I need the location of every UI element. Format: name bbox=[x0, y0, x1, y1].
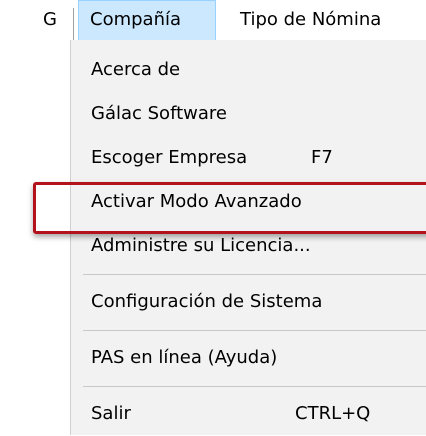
menu-item-administre-su-licencia[interactable]: Administre su Licencia... bbox=[71, 224, 426, 268]
menu-item-label: Acerca de bbox=[91, 59, 181, 80]
menu-compania[interactable]: Compañía bbox=[78, 0, 216, 40]
menu-system[interactable]: G bbox=[34, 0, 66, 40]
menu-item-salir[interactable]: Salir CTRL+Q bbox=[71, 392, 426, 436]
menu-item-shortcut: F7 bbox=[311, 147, 333, 168]
menu-item-acerca-de[interactable]: Acerca de bbox=[71, 48, 426, 92]
menubar-divider bbox=[73, 8, 74, 40]
menu-item-escoger-empresa[interactable]: Escoger Empresa F7 bbox=[71, 136, 426, 180]
menu-item-activar-modo-avanzado[interactable]: Activar Modo Avanzado bbox=[71, 180, 426, 224]
menu-separator bbox=[83, 274, 426, 275]
menu-item-label: Configuración de Sistema bbox=[91, 291, 323, 312]
menu-item-galac-software[interactable]: Gálac Software bbox=[71, 92, 426, 136]
menu-item-label: Activar Modo Avanzado bbox=[91, 191, 302, 212]
menu-bar: G Compañía Tipo de Nómina bbox=[0, 0, 426, 40]
compania-dropdown-menu: Acerca de Gálac Software Escoger Empresa… bbox=[70, 40, 426, 435]
menu-tipo-de-nomina[interactable]: Tipo de Nómina bbox=[240, 0, 381, 40]
menu-item-label: Gálac Software bbox=[91, 103, 227, 124]
menu-item-label: Escoger Empresa bbox=[91, 147, 248, 168]
menu-item-shortcut: CTRL+Q bbox=[295, 403, 371, 424]
menu-item-label: PAS en línea (Ayuda) bbox=[91, 347, 278, 368]
menu-separator bbox=[83, 386, 426, 387]
menu-item-label: Administre su Licencia... bbox=[91, 235, 311, 256]
menu-item-label: Salir bbox=[91, 403, 131, 424]
menu-item-configuracion-de-sistema[interactable]: Configuración de Sistema bbox=[71, 280, 426, 324]
menu-separator bbox=[83, 330, 426, 331]
menu-item-pas-en-linea[interactable]: PAS en línea (Ayuda) bbox=[71, 336, 426, 380]
